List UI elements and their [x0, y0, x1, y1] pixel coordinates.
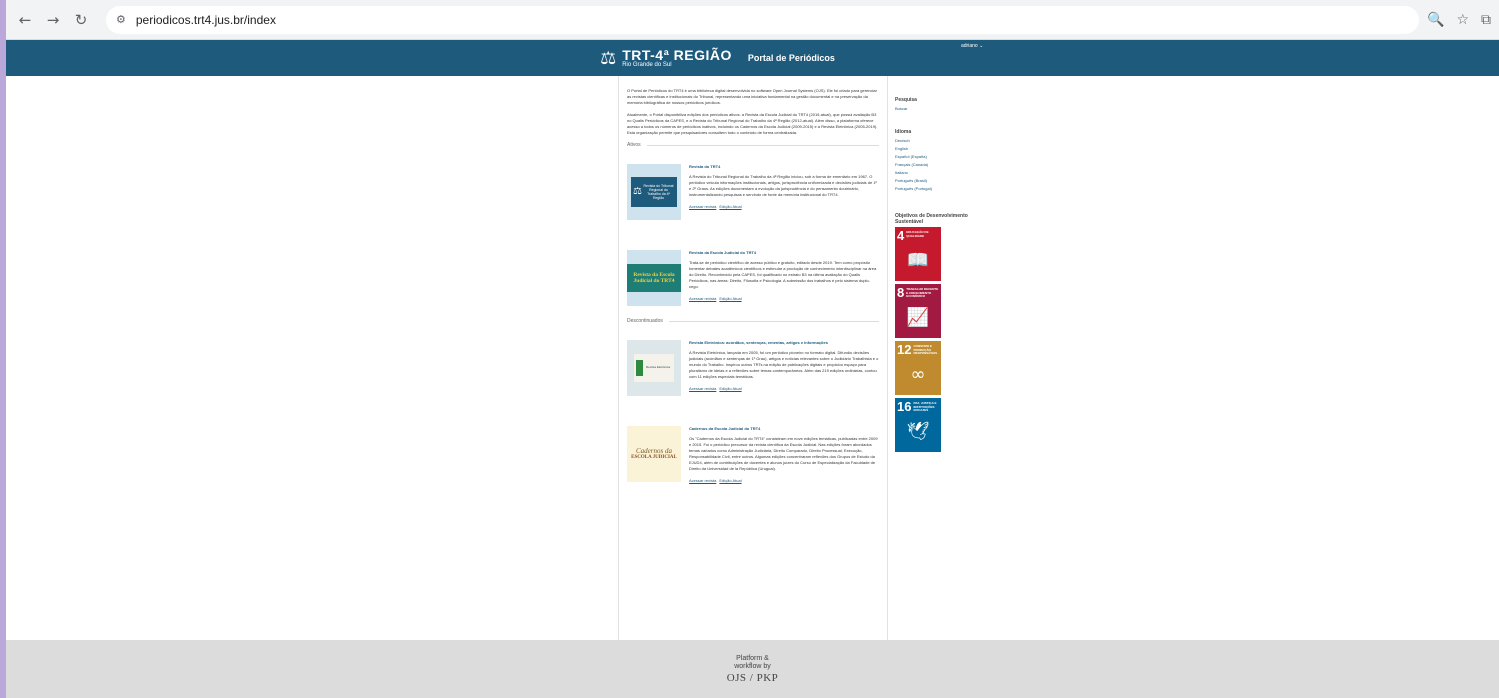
- main-content: O Portal de Periódicos do TRT4 é uma bib…: [618, 76, 888, 640]
- intro-paragraph-2: Atualmente, o Portal disponibiliza ediçõ…: [627, 112, 878, 135]
- language-link[interactable]: Português (Portugal): [895, 185, 1005, 193]
- journal-title[interactable]: Revista da Escola Judicial do TRT4: [689, 250, 879, 256]
- logo-sub-text: Rio Grande do Sul: [622, 61, 672, 68]
- address-bar[interactable]: ⚙ periodicos.trt4.jus.br/index: [106, 5, 1419, 34]
- language-link[interactable]: Português (Brasil): [895, 177, 1005, 185]
- sdg-block-title: Objetivos de Desenvolvimento Sustentável: [895, 213, 968, 225]
- justice-figure-icon: ⚖: [633, 186, 642, 197]
- journal-description: A Revista do Tribunal Regional do Trabal…: [689, 174, 878, 197]
- journal-cover[interactable]: ⚖ Revista do Tribunal Regional do Trabalh…: [627, 164, 681, 220]
- infinity-icon: ∞: [910, 363, 926, 385]
- journal-description: Trata-se de periódico científico de aces…: [689, 260, 877, 289]
- justice-figure-icon: ⚖: [600, 47, 617, 69]
- section-active: Ativos: [627, 142, 879, 148]
- sidebar: Pesquisa Buscar Idioma Deutsch English E…: [895, 97, 1005, 455]
- current-issue-link[interactable]: Edição Atual: [719, 478, 741, 483]
- journal-cover[interactable]: Cadernos da ESCOLA JUDICIAL: [627, 426, 681, 482]
- access-journal-link[interactable]: Acessar revista: [689, 204, 716, 209]
- site-header: ⚖ TRT-4ª REGIÃO Rio Grande do Sul Portal…: [6, 40, 1499, 76]
- current-issue-link[interactable]: Edição Atual: [719, 204, 741, 209]
- intro-paragraph-1: O Portal de Periódicos do TRT4 é uma bib…: [627, 88, 877, 105]
- section-discontinued: Descontinuados: [627, 318, 879, 324]
- access-journal-link[interactable]: Acessar revista: [689, 296, 716, 301]
- book-icon: 📖: [906, 249, 930, 271]
- journal-title[interactable]: Cadernos da Escola Judicial do TRT4: [689, 426, 879, 432]
- language-block-title: Idioma: [895, 129, 912, 135]
- language-link[interactable]: Español (España): [895, 153, 1005, 161]
- journal-cover[interactable]: Revista Eletrônica: [627, 340, 681, 396]
- search-link[interactable]: Buscar: [895, 105, 1005, 113]
- extensions-icon[interactable]: ⧉: [1481, 12, 1491, 28]
- url-text: periodicos.trt4.jus.br/index: [135, 12, 276, 27]
- reload-icon[interactable]: ↻: [70, 9, 92, 31]
- sdg-badge-12[interactable]: 12 CONSUMO E PRODUÇÃO RESPONSÁVEIS ∞: [895, 341, 941, 395]
- journal-item: Revista da Escola Judicial do TRT4 Revis…: [627, 250, 879, 306]
- journal-description: Os "Cadernos da Escola Judicial do TRT4"…: [689, 436, 878, 471]
- language-link[interactable]: Français (Canada): [895, 161, 1005, 169]
- journal-description: A Revista Eletrônica, lançada em 2005, f…: [689, 350, 879, 379]
- current-issue-link[interactable]: Edição Atual: [719, 386, 741, 391]
- journal-title[interactable]: Revista do TRT4: [689, 164, 879, 170]
- dove-icon: 🕊: [906, 420, 930, 442]
- growth-chart-icon: 📈: [906, 306, 930, 328]
- ojs-pkp-logo[interactable]: OJS / PKP: [727, 672, 779, 684]
- site-footer: Platform & workflow by OJS / PKP: [6, 640, 1499, 698]
- journal-title[interactable]: Revista Eletrônica: acórdãos, sentenças,…: [689, 340, 879, 346]
- sdg-badge-8[interactable]: 8 TRABALHO DECENTE E CRESCIMENTO ECONÔMIC…: [895, 284, 941, 338]
- language-link[interactable]: English: [895, 145, 1005, 153]
- logo-main-text: TRT-4ª REGIÃO: [622, 46, 732, 63]
- back-icon[interactable]: ←: [14, 9, 36, 31]
- footer-line-1: Platform &: [736, 654, 769, 662]
- journal-item: Revista Eletrônica Revista Eletrônica: a…: [627, 340, 879, 396]
- portal-title: Portal de Periódicos: [747, 53, 835, 63]
- language-link[interactable]: Italiano: [895, 169, 1005, 177]
- site-info-icon[interactable]: ⚙: [116, 13, 126, 26]
- current-issue-link[interactable]: Edição Atual: [719, 296, 741, 301]
- sdg-badge-4[interactable]: 4 EDUCAÇÃO DE QUALIDADE 📖: [895, 227, 941, 281]
- access-journal-link[interactable]: Acessar revista: [689, 478, 716, 483]
- browser-window: ← → ↻ ⚙ periodicos.trt4.jus.br/index 🔍 ☆…: [6, 0, 1499, 698]
- sdg-badge-16[interactable]: 16 PAZ, JUSTIÇA E INSTITUIÇÕES EFICAZES 🕊: [895, 398, 941, 452]
- bookmark-star-icon[interactable]: ☆: [1456, 12, 1469, 28]
- zoom-icon[interactable]: 🔍: [1427, 12, 1444, 28]
- search-block-title: Pesquisa: [895, 97, 917, 103]
- access-journal-link[interactable]: Acessar revista: [689, 386, 716, 391]
- site-logo[interactable]: ⚖ TRT-4ª REGIÃO Rio Grande do Sul Portal…: [600, 48, 835, 69]
- journal-cover[interactable]: Revista da Escola Judicial do TRT4: [627, 250, 681, 306]
- language-link[interactable]: Deutsch: [895, 137, 1005, 145]
- journal-item: ⚖ Revista do Tribunal Regional do Trabalh…: [627, 164, 879, 220]
- forward-icon[interactable]: →: [42, 9, 64, 31]
- footer-line-2: workflow by: [734, 662, 771, 670]
- journal-item: Cadernos da ESCOLA JUDICIAL Cadernos da …: [627, 426, 879, 484]
- user-menu[interactable]: adriano ⌄: [961, 43, 983, 49]
- browser-toolbar: ← → ↻ ⚙ periodicos.trt4.jus.br/index 🔍 ☆…: [6, 0, 1499, 40]
